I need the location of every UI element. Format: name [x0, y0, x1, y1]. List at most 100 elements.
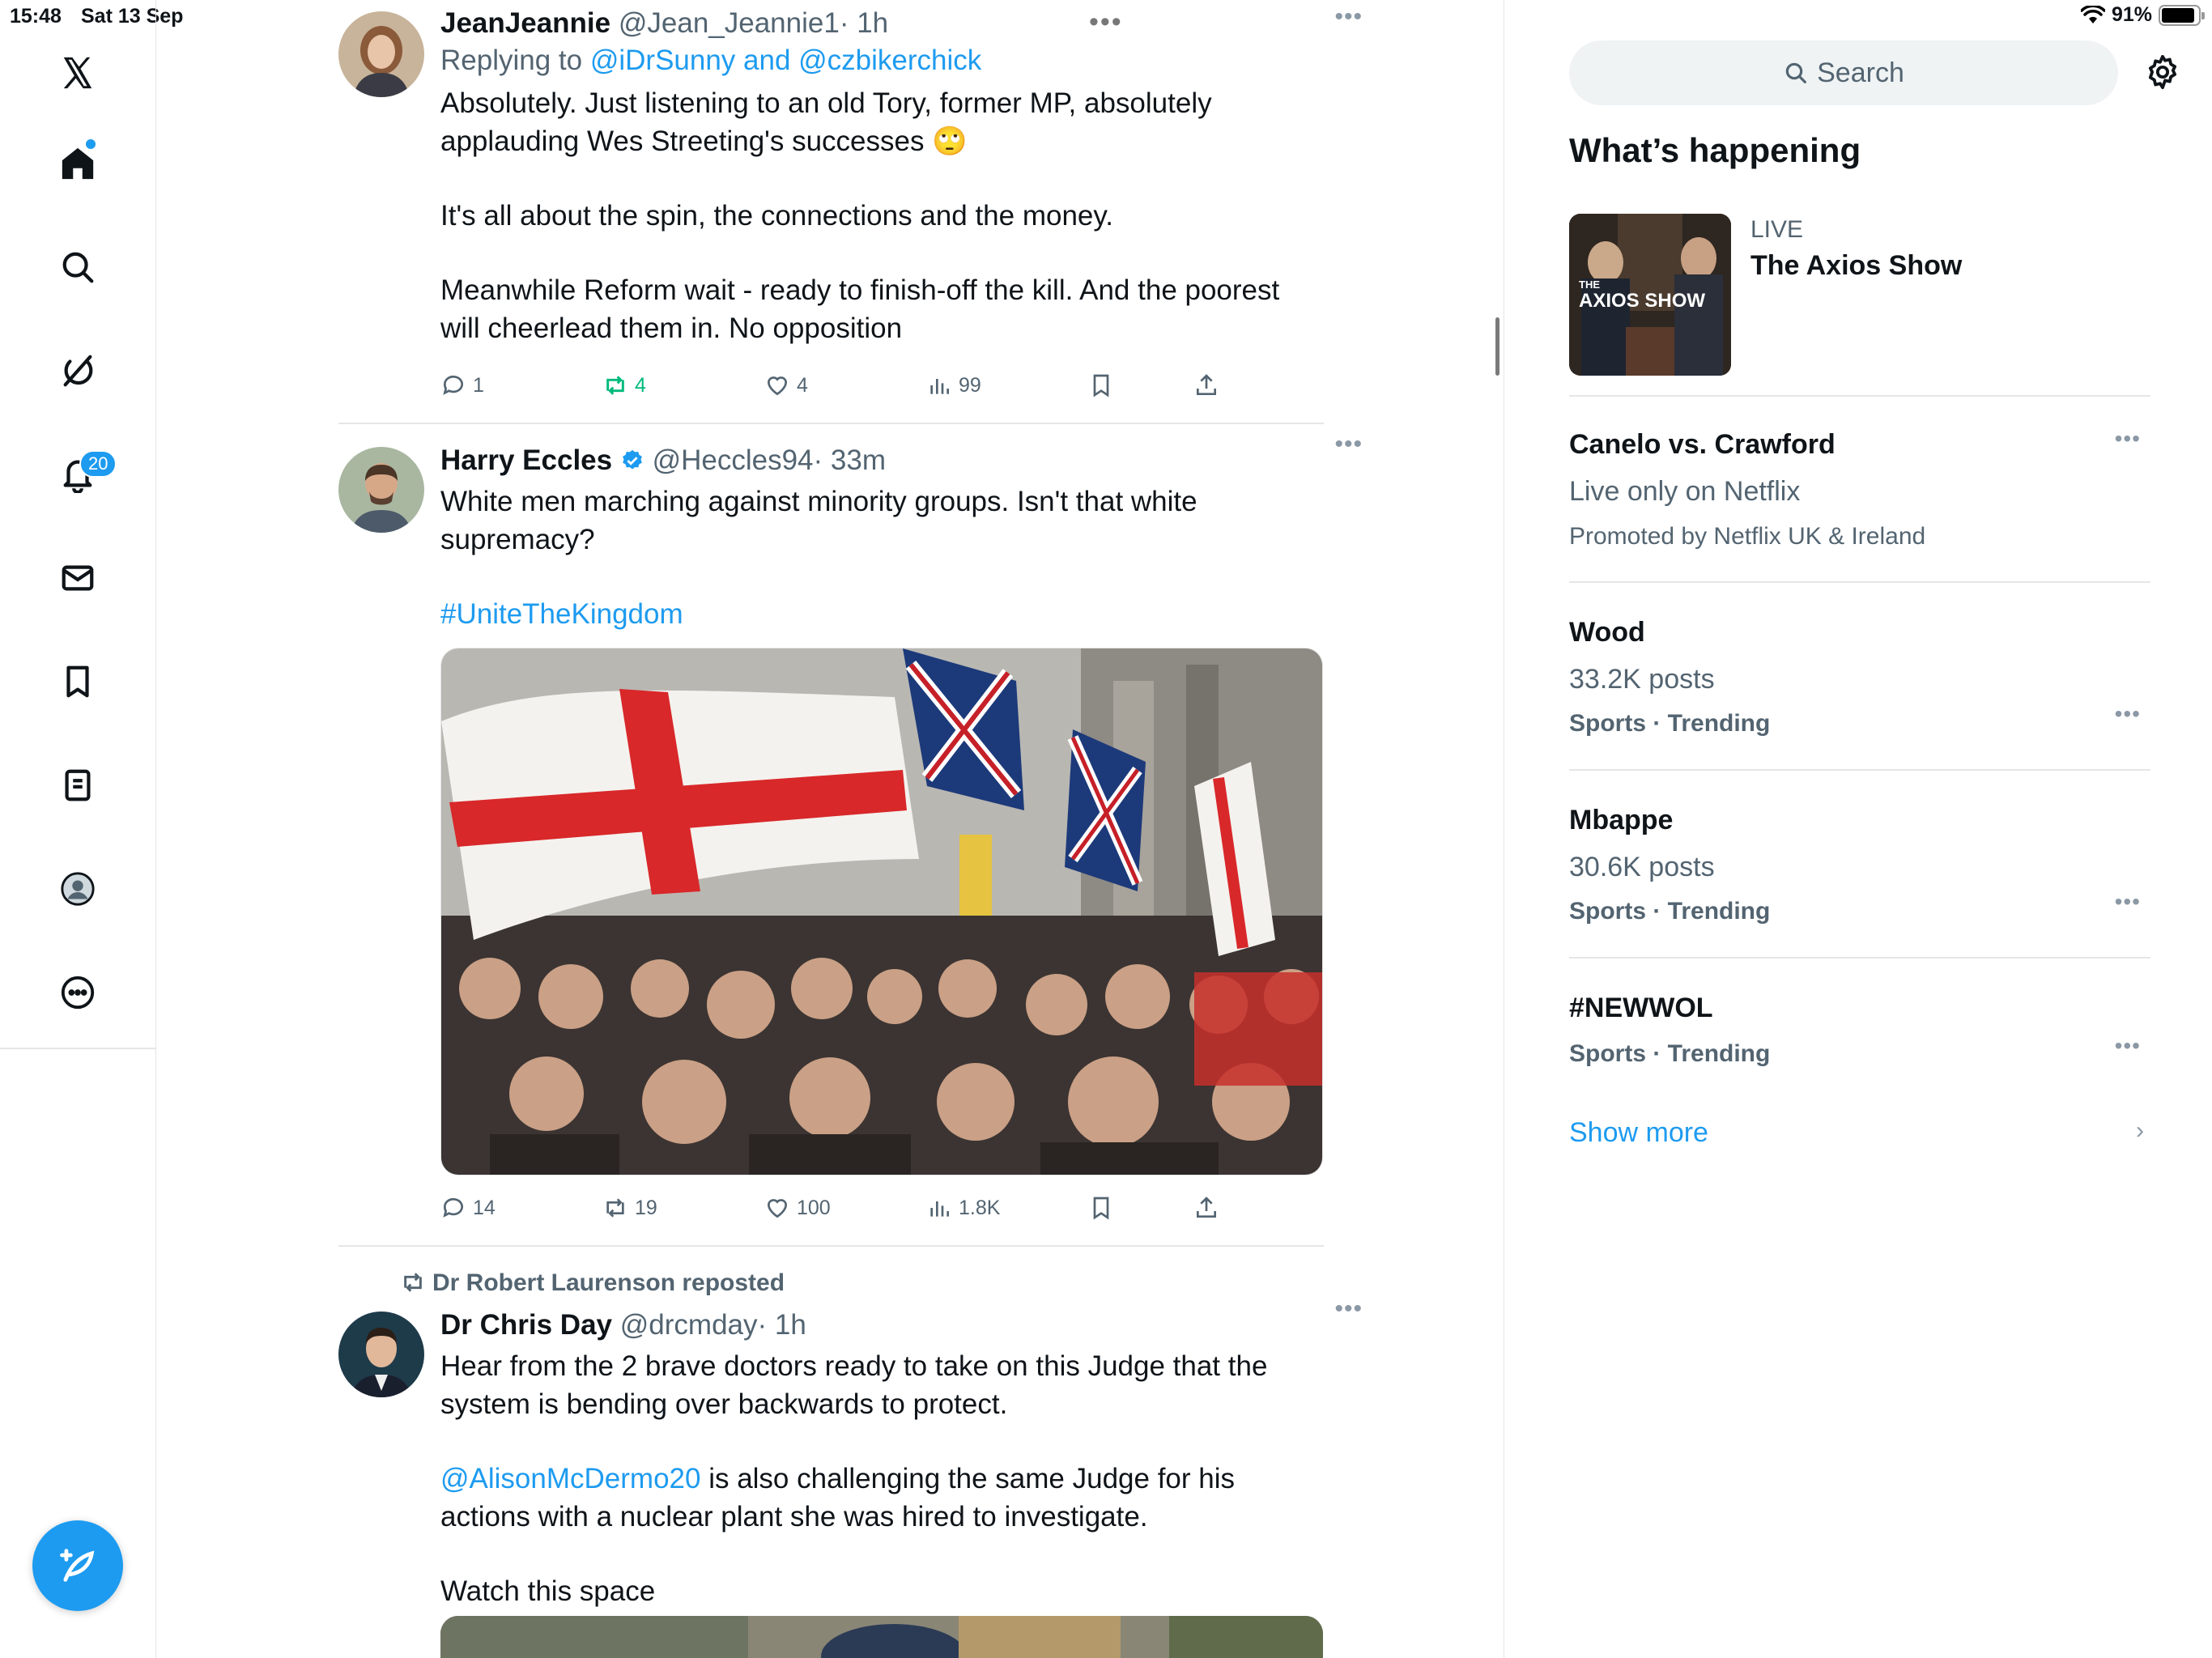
trend-title: Wood [1569, 617, 1645, 648]
tweet[interactable]: Harry Eccles @Heccles94· 33m White men m… [338, 431, 1362, 1220]
hashtag-link[interactable]: #UniteTheKingdom [440, 595, 1323, 633]
trend-item[interactable]: Canelo vs. Crawford Live only on Netflix… [1569, 426, 2150, 555]
messages-icon[interactable] [52, 552, 104, 604]
trend-posts: 33.2K posts [1569, 664, 1715, 695]
x-logo-icon[interactable] [52, 47, 104, 99]
grok-icon[interactable] [52, 345, 104, 397]
search-input[interactable]: Search [1569, 40, 2118, 105]
trend-more-icon[interactable]: ••• [2115, 1033, 2141, 1059]
trend-more-icon[interactable]: ••• [2115, 426, 2141, 452]
live-card[interactable]: THE AXIOS SHOW LIVE The Axios Show [1569, 214, 2150, 376]
views-icon [930, 379, 949, 394]
repost-button[interactable]: 19 [602, 1192, 657, 1224]
bookmark-icon [1093, 1197, 1109, 1220]
views-icon [930, 1201, 949, 1217]
tweet-more-icon[interactable]: ••• [1334, 1295, 1363, 1323]
avatar[interactable] [338, 11, 424, 97]
tweet-paragraph: White men marching against minority grou… [440, 486, 1197, 555]
trend-divider [1569, 957, 2150, 959]
settings-gear-icon[interactable] [2144, 53, 2181, 91]
search-icon[interactable] [52, 241, 104, 293]
author-name[interactable]: Dr Chris Day [440, 1309, 612, 1341]
trend-item[interactable]: Mbappe 30.6K posts Sports · Trending ••• [1569, 801, 2150, 929]
mention-link[interactable]: @AlisonMcDermo20 [440, 1463, 700, 1494]
sidebar-nav: 20 [0, 0, 156, 1658]
bookmark-button[interactable] [1088, 369, 1114, 402]
reposted-by-label[interactable]: Dr Robert Laurenson reposted [432, 1269, 785, 1296]
reply-count: 14 [473, 1196, 496, 1219]
reply-button[interactable]: 1 [440, 369, 484, 402]
profile-icon[interactable] [52, 863, 104, 915]
heart-icon [767, 1199, 788, 1218]
nav-divider [0, 1048, 156, 1049]
trend-more-icon[interactable]: ••• [2115, 889, 2141, 915]
tweet-paragraph: Watch this space [440, 1575, 656, 1607]
tweet-paragraph: Hear from the 2 brave doctors ready to t… [440, 1350, 1268, 1420]
share-icon [1197, 1197, 1216, 1218]
tweet-more-icon[interactable]: ••• [1334, 431, 1363, 458]
tweet-paragraph: Meanwhile Reform wait - ready to finish-… [440, 274, 1280, 344]
views-button[interactable]: 1.8K [926, 1192, 1000, 1224]
avatar[interactable] [338, 1312, 424, 1397]
share-button[interactable] [1193, 1192, 1219, 1224]
trend-subtitle: Live only on Netflix [1569, 476, 1801, 507]
tweet-actions: 1 4 4 99 [440, 369, 1250, 402]
bookmark-button[interactable] [1088, 1192, 1114, 1224]
scrollbar[interactable] [1495, 317, 1499, 376]
compose-feather-icon [60, 1549, 95, 1582]
repost-button[interactable]: 4 [602, 369, 646, 402]
author-name[interactable]: JeanJeannie [440, 7, 610, 39]
trend-item[interactable]: #NEWWOL Sports · Trending ••• [1569, 989, 2150, 1072]
live-label: LIVE [1750, 216, 1804, 243]
reply-count: 1 [473, 373, 484, 397]
repost-icon [404, 1273, 422, 1292]
lists-icon[interactable] [52, 759, 104, 811]
compose-post-button[interactable] [32, 1520, 123, 1611]
trend-item[interactable]: Wood 33.2K posts Sports · Trending ••• [1569, 614, 2150, 742]
author-handle[interactable]: @Heccles94 [653, 444, 814, 476]
trend-more-icon[interactable]: ••• [2115, 701, 2141, 727]
tweet-time[interactable]: · 1h [840, 7, 888, 39]
tweet-more-icon[interactable]: ••• [1334, 3, 1363, 31]
tweet-time[interactable]: · 33m [814, 444, 886, 476]
live-thumbnail: THE AXIOS SHOW [1569, 214, 1731, 376]
author-name[interactable]: Harry Eccles [440, 444, 612, 476]
tweet-paragraph: Absolutely. Just listening to an old Tor… [440, 87, 1212, 157]
live-thumbnail-text: AXIOS SHOW [1579, 290, 1706, 312]
tweet-paragraph: It's all about the spin, the connections… [440, 200, 1114, 232]
replying-to-link[interactable]: @iDrSunny and @czbikerchick [590, 45, 981, 76]
tweet-image[interactable] [440, 648, 1323, 1175]
like-button[interactable]: 4 [764, 369, 808, 402]
trend-title: Canelo vs. Crawford [1569, 429, 1836, 460]
trend-promoted: Promoted by Netflix UK & Ireland [1569, 523, 1926, 550]
home-icon[interactable] [52, 138, 104, 189]
like-count: 4 [797, 373, 808, 397]
reply-button[interactable]: 14 [440, 1192, 496, 1224]
avatar[interactable] [338, 447, 424, 533]
share-button[interactable] [1193, 369, 1219, 402]
author-handle[interactable]: @drcmday [620, 1309, 758, 1341]
bookmark-icon [1093, 374, 1109, 397]
author-handle[interactable]: @Jean_Jeannie1 [619, 7, 840, 39]
show-more-link[interactable]: Show more [1569, 1117, 1708, 1149]
trend-divider [1569, 769, 2150, 771]
trend-category: Sports · Trending [1569, 898, 1771, 925]
live-thumbnail-small-text: THE [1579, 278, 1600, 291]
whats-happening-title: What’s happening [1569, 131, 1861, 169]
repost-icon [606, 1198, 624, 1218]
tweet-text: Absolutely. Just listening to an old Tor… [440, 84, 1323, 347]
trend-posts: 30.6K posts [1569, 852, 1715, 882]
reply-icon [443, 375, 463, 395]
tweet-video-preview[interactable] [440, 1616, 1323, 1658]
tweet-time[interactable]: · 1h [758, 1309, 806, 1341]
repost-icon [606, 376, 624, 395]
repost-count: 4 [635, 373, 646, 397]
more-icon[interactable] [52, 967, 104, 1018]
bookmarks-icon[interactable] [52, 656, 104, 708]
tweet[interactable]: Dr Chris Day @drcmday· 1h Hear from the … [338, 1295, 1362, 1658]
views-button[interactable]: 99 [926, 369, 981, 402]
like-button[interactable]: 100 [764, 1192, 831, 1224]
verified-badge-icon [622, 449, 642, 470]
tweet[interactable]: JeanJeannie @Jean_Jeannie1· 1h Replying … [338, 0, 1362, 421]
trend-divider [1569, 395, 2150, 397]
